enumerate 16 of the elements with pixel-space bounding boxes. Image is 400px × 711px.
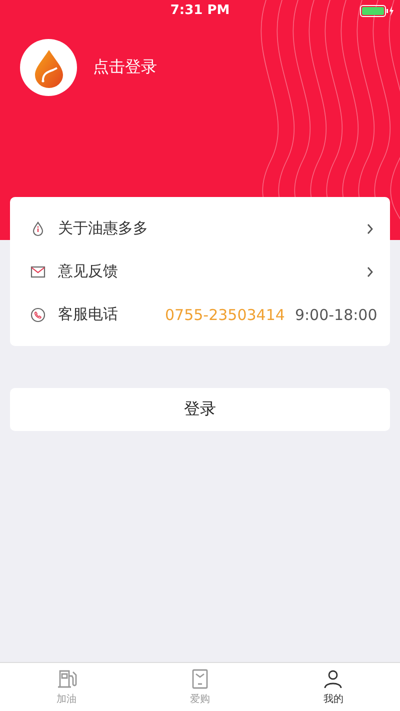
- login-button[interactable]: 登录: [10, 388, 390, 431]
- service-hours: 9:00-18:00: [294, 306, 378, 324]
- login-prompt[interactable]: 点击登录: [93, 57, 157, 78]
- tab[interactable]: 我的: [266, 663, 400, 711]
- menu-item[interactable]: 关于油惠多多: [58, 219, 366, 238]
- fuel-pump-icon: [56, 668, 78, 690]
- status-time: 7:31 PM: [170, 2, 230, 18]
- info-drop-icon: [30, 220, 46, 236]
- battery-icon: [360, 5, 394, 17]
- person-icon: [322, 668, 344, 690]
- chevron-right-icon: [366, 222, 374, 234]
- phone-icon: [30, 306, 46, 322]
- menu-label: 客服电话: [58, 305, 119, 324]
- mail-icon: [30, 264, 46, 280]
- chevron-right-icon: [366, 266, 374, 278]
- menu-item[interactable]: 意见反馈: [58, 262, 366, 281]
